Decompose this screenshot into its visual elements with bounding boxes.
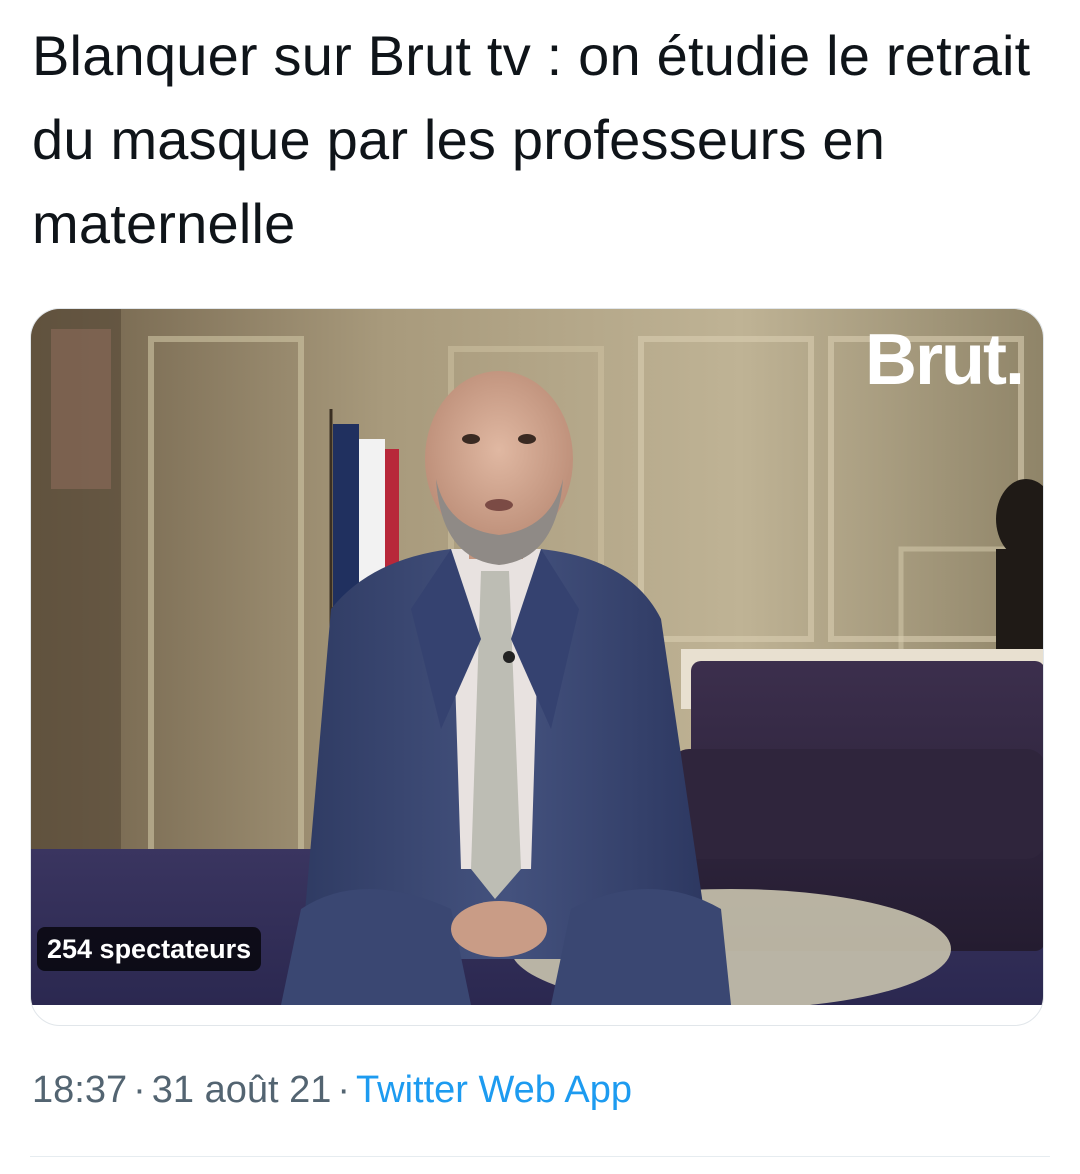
brut-logo: Brut.	[865, 320, 1025, 400]
video-player[interactable]: Brut. 254 spectateurs	[31, 309, 1043, 1005]
meta-separator: ·	[337, 1069, 351, 1111]
tweet-date[interactable]: 31 août 21	[152, 1069, 332, 1111]
meta-separator: ·	[133, 1069, 146, 1111]
tweet-source-link[interactable]: Twitter Web App	[356, 1069, 632, 1111]
tweet-meta: 18:37 · 31 août 21 · Twitter Web App	[32, 1062, 632, 1118]
tweet-time[interactable]: 18:37	[32, 1069, 127, 1111]
divider	[30, 1156, 1050, 1157]
video-thumbnail	[31, 309, 1043, 1005]
viewers-badge: 254 spectateurs	[37, 927, 262, 971]
media-card[interactable]: Brut. 254 spectateurs	[30, 308, 1044, 1026]
tweet-text: Blanquer sur Brut tv : on étudie le retr…	[32, 24, 1031, 255]
